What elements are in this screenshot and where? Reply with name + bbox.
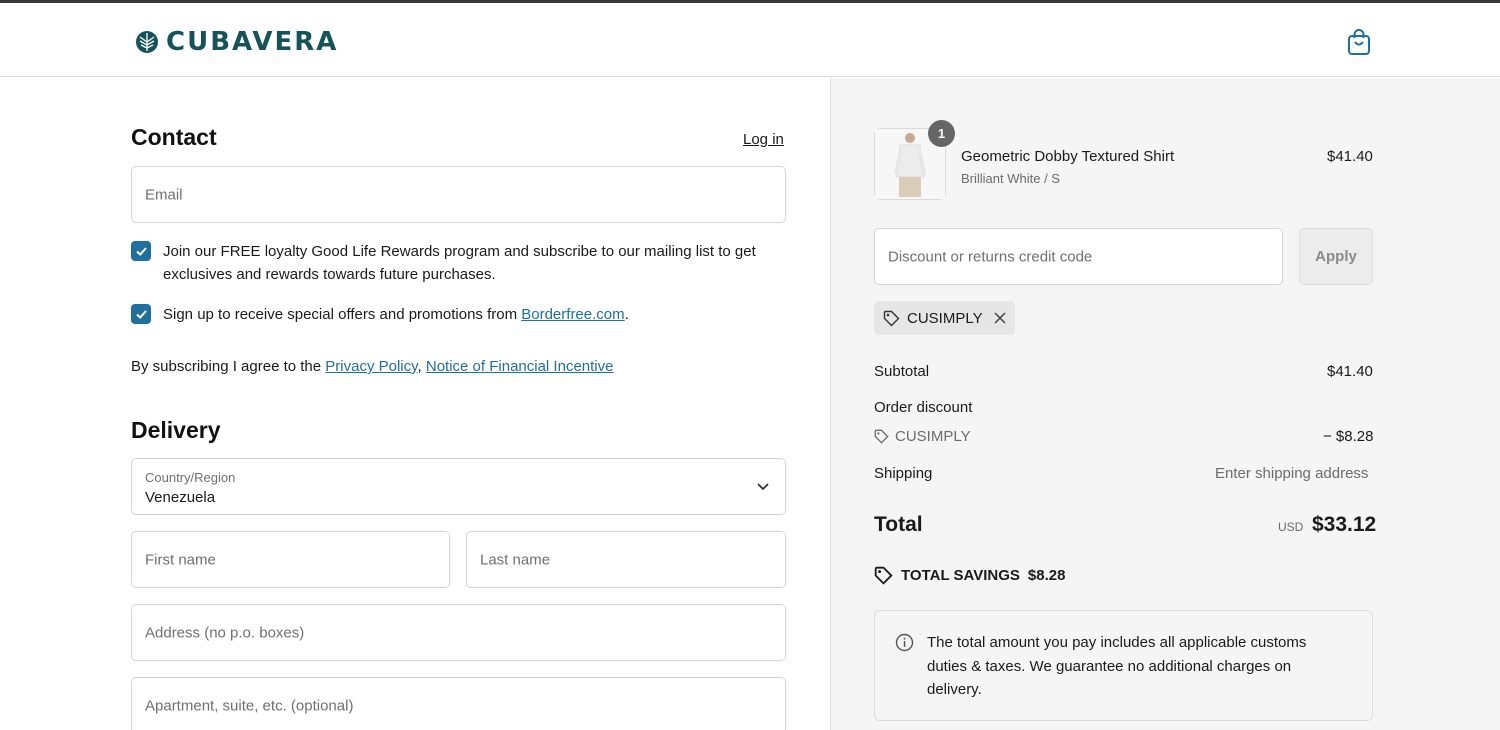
info-icon (895, 633, 914, 652)
discount-code-placeholder: Discount or returns credit code (888, 248, 1093, 265)
brand-logo[interactable]: CUBAVERA (135, 27, 338, 57)
email-placeholder: Email (145, 186, 183, 203)
country-select[interactable]: Country/Region Venezuela (131, 458, 786, 515)
order-discount-label: Order discount (874, 399, 973, 416)
tag-icon (883, 310, 900, 326)
tag-icon (874, 429, 889, 444)
total-currency: USD (1278, 520, 1304, 534)
product-price: $41.40 (1327, 148, 1373, 165)
discount-value: − $8.28 (1323, 428, 1374, 445)
country-value: Venezuela (145, 489, 216, 506)
discount-code-row: CUSIMPLY (874, 428, 971, 445)
loyalty-checkbox-row[interactable]: Join our FREE loyalty Good Life Rewards … (131, 240, 786, 286)
tag-icon (874, 566, 893, 585)
offers-text-suffix: . (624, 306, 629, 323)
applied-discount-tag: CUSIMPLY (874, 301, 1015, 335)
shopping-bag-icon[interactable] (1346, 28, 1372, 56)
email-field[interactable]: Email (131, 166, 786, 223)
last-name-placeholder: Last name (480, 551, 551, 568)
customs-notice-text: The total amount you pay includes all ap… (927, 634, 1307, 698)
address-field[interactable]: Address (no p.o. boxes) (131, 604, 786, 661)
customs-notice: The total amount you pay includes all ap… (874, 610, 1373, 721)
address-placeholder: Address (no p.o. boxes) (145, 624, 305, 641)
checkmark-icon (135, 246, 147, 256)
login-link[interactable]: Log in (743, 131, 784, 148)
first-name-placeholder: First name (145, 551, 216, 568)
delivery-heading: Delivery (131, 417, 221, 443)
last-name-field[interactable]: Last name (466, 531, 786, 588)
country-label: Country/Region (145, 470, 236, 485)
offers-checkbox[interactable] (131, 304, 151, 324)
subscribe-agreement: By subscribing I agree to the Privacy Po… (131, 358, 613, 375)
offers-text: Sign up to receive special offers and pr… (163, 303, 629, 326)
financial-incentive-link[interactable]: Notice of Financial Incentive (426, 358, 614, 375)
product-variant: Brilliant White / S (961, 171, 1060, 186)
applied-code: CUSIMPLY (907, 309, 983, 327)
brand-name: CUBAVERA (166, 27, 339, 57)
apply-button[interactable]: Apply (1299, 228, 1373, 285)
total-label: Total (874, 513, 923, 536)
loyalty-text: Join our FREE loyalty Good Life Rewards … (163, 243, 756, 283)
agreement-prefix: By subscribing I agree to the (131, 358, 326, 375)
agreement-separator: , (417, 358, 422, 375)
offers-text-prefix: Sign up to receive special offers and pr… (163, 306, 522, 323)
discount-code-field[interactable]: Discount or returns credit code (874, 228, 1283, 285)
savings-value: $8.28 (1027, 567, 1066, 584)
offers-checkbox-row[interactable]: Sign up to receive special offers and pr… (131, 303, 629, 326)
checkout-form: Contact Log in Email Join our FREE loyal… (0, 78, 830, 730)
first-name-field[interactable]: First name (131, 531, 450, 588)
borderfree-link[interactable]: Borderfree.com (521, 306, 624, 323)
loyalty-checkbox[interactable] (131, 241, 151, 261)
savings-label: TOTAL SAVINGS (901, 567, 1020, 584)
total-savings-row: TOTAL SAVINGS $8.28 (874, 566, 1065, 585)
checkmark-icon (135, 309, 147, 319)
contact-heading: Contact (131, 124, 217, 150)
apartment-field[interactable]: Apartment, suite, etc. (optional) (131, 677, 786, 730)
discount-code-label: CUSIMPLY (895, 428, 971, 445)
subtotal-label: Subtotal (874, 363, 930, 380)
privacy-policy-link[interactable]: Privacy Policy (325, 358, 417, 375)
total-value: $33.12 (1312, 513, 1377, 536)
shipping-label: Shipping (874, 465, 933, 482)
palm-leaf-icon (136, 31, 158, 53)
chevron-down-icon (757, 483, 769, 491)
quantity-badge: 1 (928, 120, 955, 147)
subtotal-value: $41.40 (1327, 363, 1373, 380)
site-header: CUBAVERA (0, 3, 1500, 77)
shipping-value: Enter shipping address (1215, 465, 1369, 482)
order-summary: 1 Geometric Dobby Textured Shirt Brillia… (830, 78, 1500, 730)
close-icon[interactable] (994, 312, 1006, 324)
product-name: Geometric Dobby Textured Shirt (961, 148, 1175, 165)
apartment-placeholder: Apartment, suite, etc. (optional) (145, 697, 354, 714)
